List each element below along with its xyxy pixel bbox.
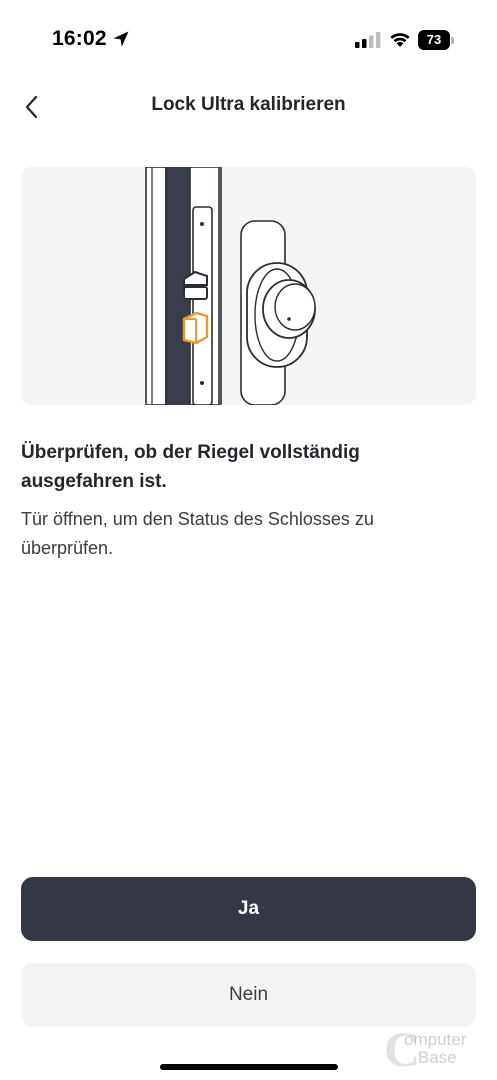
status-bar: 16:02 73 bbox=[0, 0, 497, 80]
door-lock-bolt-illustration bbox=[145, 167, 316, 405]
instruction-heading: Überprüfen, ob der Riegel vollständig au… bbox=[21, 442, 360, 492]
yes-button[interactable]: Ja bbox=[21, 877, 476, 941]
wifi-icon bbox=[390, 33, 410, 47]
battery-level: 73 bbox=[426, 32, 442, 47]
no-button[interactable]: Nein bbox=[21, 963, 476, 1027]
watermark-line2: Base bbox=[418, 1048, 457, 1067]
page-title: Lock Ultra kalibrieren bbox=[151, 94, 346, 115]
computerbase-watermark: C omputer Base bbox=[384, 1024, 490, 1074]
watermark-line1: omputer bbox=[404, 1030, 467, 1049]
instruction-body: Tür öffnen, um den Status des Schlosses … bbox=[21, 509, 374, 558]
calibration-screen: 16:02 73 Lock Ultra kalibrieren Überprüf… bbox=[0, 0, 497, 1080]
status-time: 16:02 bbox=[52, 27, 107, 50]
location-arrow-icon bbox=[113, 31, 129, 47]
home-indicator[interactable] bbox=[160, 1064, 338, 1070]
battery-icon: 73 bbox=[418, 30, 454, 50]
lock-illustration-card bbox=[21, 167, 476, 405]
cellular-signal-icon bbox=[355, 32, 381, 48]
